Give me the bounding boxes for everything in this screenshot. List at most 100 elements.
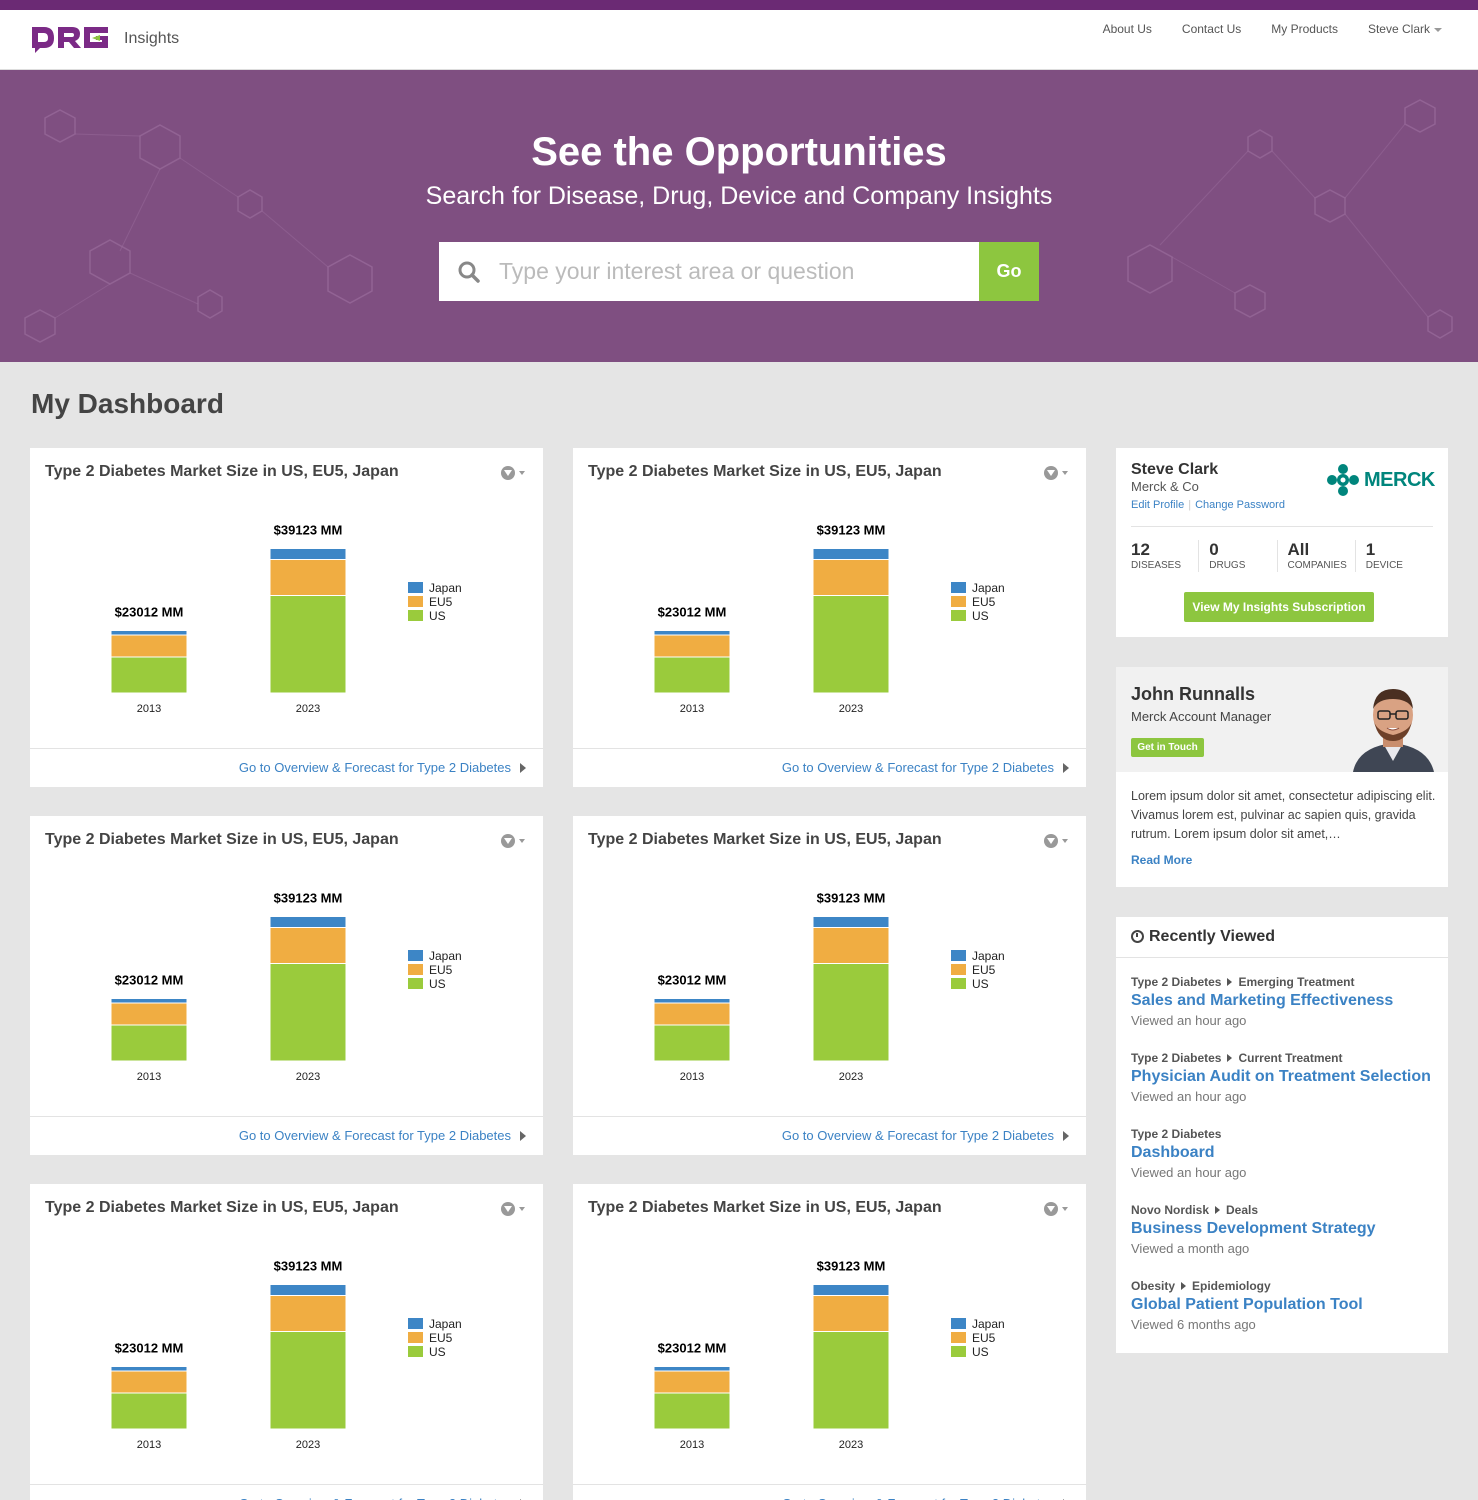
nav-about-us[interactable]: About Us bbox=[1103, 22, 1152, 36]
stat-diseases[interactable]: 12 DISEASES bbox=[1131, 540, 1200, 572]
bar-segment-eu5-2013[interactable] bbox=[110, 634, 188, 658]
card-footer: Go to Overview & Forecast for Type 2 Dia… bbox=[30, 1116, 543, 1155]
bar-segment-japan-2023[interactable] bbox=[269, 916, 347, 928]
overview-forecast-link[interactable]: Go to Overview & Forecast for Type 2 Dia… bbox=[782, 1496, 1054, 1500]
chevron-down-icon bbox=[519, 839, 525, 843]
breadcrumb-item[interactable]: Type 2 Diabetes bbox=[1131, 1127, 1221, 1141]
overview-forecast-link[interactable]: Go to Overview & Forecast for Type 2 Dia… bbox=[239, 1128, 511, 1143]
bar-segment-japan-2013[interactable] bbox=[110, 998, 188, 1004]
view-subscription-button[interactable]: View My Insights Subscription bbox=[1184, 592, 1374, 622]
overview-forecast-link[interactable]: Go to Overview & Forecast for Type 2 Dia… bbox=[239, 760, 511, 775]
bar-segment-japan-2013[interactable] bbox=[653, 998, 731, 1004]
recent-item: Type 2 Diabetes Current Treatment Physicia… bbox=[1131, 1051, 1441, 1104]
overview-forecast-link[interactable]: Go to Overview & Forecast for Type 2 Dia… bbox=[239, 1496, 511, 1500]
bar-segment-japan-2023[interactable] bbox=[812, 1284, 890, 1296]
breadcrumb-item[interactable]: Deals bbox=[1226, 1203, 1258, 1217]
bar-segment-japan-2013[interactable] bbox=[110, 1366, 188, 1372]
bar-segment-eu5-2023[interactable] bbox=[812, 1295, 890, 1332]
recent-item-link[interactable]: Physician Audit on Treatment Selection bbox=[1131, 1068, 1441, 1086]
search-go-button[interactable]: Go bbox=[979, 242, 1039, 301]
total-label: $39123 MM bbox=[274, 1259, 343, 1274]
bar-segment-us-2013[interactable] bbox=[110, 1024, 188, 1062]
breadcrumb-item[interactable]: Epidemiology bbox=[1192, 1279, 1271, 1293]
bar-segment-eu5-2013[interactable] bbox=[110, 1370, 188, 1394]
card-download-menu[interactable] bbox=[501, 466, 525, 480]
bar-segment-us-2013[interactable] bbox=[653, 1024, 731, 1062]
card-download-menu[interactable] bbox=[1044, 834, 1068, 848]
legend-swatch bbox=[951, 950, 966, 961]
market-size-card: $23012 MM 2013 $39123 MM 2023 Japan EU5 US Type… bbox=[573, 816, 1086, 1155]
bar-segment-eu5-2013[interactable] bbox=[110, 1002, 188, 1026]
breadcrumb-item[interactable]: Obesity bbox=[1131, 1279, 1175, 1293]
card-title: Type 2 Diabetes Market Size in US, EU5, … bbox=[588, 1199, 942, 1216]
legend-swatch bbox=[951, 596, 966, 607]
bar-segment-japan-2013[interactable] bbox=[653, 1366, 731, 1372]
market-size-card: $23012 MM 2013 $39123 MM 2023 Japan EU5 US Type… bbox=[30, 448, 543, 787]
bar-segment-eu5-2013[interactable] bbox=[653, 634, 731, 658]
stat-drugs[interactable]: 0 DRUGS bbox=[1199, 540, 1278, 572]
bar-segment-eu5-2023[interactable] bbox=[269, 927, 347, 964]
bar-segment-japan-2023[interactable] bbox=[269, 1284, 347, 1296]
edit-profile-link[interactable]: Edit Profile bbox=[1131, 499, 1184, 511]
breadcrumb-item[interactable]: Type 2 Diabetes bbox=[1131, 975, 1221, 989]
stat-device[interactable]: 1 DEVICE bbox=[1356, 540, 1433, 572]
bar-segment-eu5-2023[interactable] bbox=[812, 559, 890, 596]
recent-item-link[interactable]: Business Development Strategy bbox=[1131, 1220, 1441, 1238]
breadcrumb-item[interactable]: Emerging Treatment bbox=[1238, 975, 1354, 989]
recent-item-link[interactable]: Dashboard bbox=[1131, 1144, 1441, 1162]
overview-forecast-link[interactable]: Go to Overview & Forecast for Type 2 Dia… bbox=[782, 1128, 1054, 1143]
search-input[interactable] bbox=[499, 258, 969, 285]
caret-right-icon bbox=[1227, 978, 1233, 986]
breadcrumb-item[interactable]: Current Treatment bbox=[1238, 1051, 1342, 1065]
bar-segment-eu5-2023[interactable] bbox=[812, 927, 890, 964]
bar-segment-us-2023[interactable] bbox=[812, 963, 890, 1062]
card-download-menu[interactable] bbox=[501, 1202, 525, 1216]
get-in-touch-button[interactable]: Get in Touch bbox=[1131, 738, 1204, 757]
legend-label: EU5 bbox=[429, 963, 453, 977]
breadcrumb-item[interactable]: Novo Nordisk bbox=[1131, 1203, 1209, 1217]
breadcrumb-item[interactable]: Type 2 Diabetes bbox=[1131, 1051, 1221, 1065]
breadcrumb: Novo Nordisk Deals bbox=[1131, 1203, 1441, 1217]
card-download-menu[interactable] bbox=[501, 834, 525, 848]
bar-segment-eu5-2023[interactable] bbox=[269, 559, 347, 596]
change-password-link[interactable]: Change Password bbox=[1195, 499, 1285, 511]
drg-logo[interactable] bbox=[30, 24, 110, 54]
account-manager-avatar bbox=[1348, 679, 1438, 772]
stat-label: DISEASES bbox=[1131, 560, 1182, 571]
bar-segment-us-2013[interactable] bbox=[653, 1392, 731, 1430]
stat-companies[interactable]: All COMPANIES bbox=[1278, 540, 1356, 572]
chevron-down-icon bbox=[1434, 27, 1442, 32]
nav-user-menu[interactable]: Steve Clark bbox=[1368, 22, 1442, 36]
bar-segment-japan-2013[interactable] bbox=[110, 630, 188, 636]
overview-forecast-link[interactable]: Go to Overview & Forecast for Type 2 Dia… bbox=[782, 760, 1054, 775]
bar-segment-eu5-2023[interactable] bbox=[269, 1295, 347, 1332]
bar-segment-us-2023[interactable] bbox=[269, 595, 347, 694]
recent-item-link[interactable]: Sales and Marketing Effectiveness bbox=[1131, 992, 1441, 1010]
breadcrumb: Type 2 Diabetes bbox=[1131, 1127, 1441, 1141]
recent-item-link[interactable]: Global Patient Population Tool bbox=[1131, 1296, 1441, 1314]
nav-contact-us[interactable]: Contact Us bbox=[1182, 22, 1241, 36]
legend-swatch bbox=[408, 1318, 423, 1329]
bar-segment-eu5-2013[interactable] bbox=[653, 1002, 731, 1026]
bar-segment-japan-2023[interactable] bbox=[812, 916, 890, 928]
bar-segment-us-2013[interactable] bbox=[110, 656, 188, 694]
bar-segment-us-2023[interactable] bbox=[269, 963, 347, 1062]
bar-segment-us-2023[interactable] bbox=[812, 1331, 890, 1430]
bar-segment-us-2023[interactable] bbox=[812, 595, 890, 694]
bar-segment-us-2013[interactable] bbox=[653, 656, 731, 694]
read-more-link[interactable]: Read More bbox=[1131, 853, 1192, 867]
bar-segment-japan-2023[interactable] bbox=[269, 548, 347, 560]
nav-my-products[interactable]: My Products bbox=[1271, 22, 1338, 36]
download-icon bbox=[501, 1202, 515, 1216]
card-download-menu[interactable] bbox=[1044, 466, 1068, 480]
download-icon bbox=[501, 834, 515, 848]
bar-segment-us-2023[interactable] bbox=[269, 1331, 347, 1430]
legend-swatch bbox=[408, 1346, 423, 1357]
bar-segment-japan-2023[interactable] bbox=[812, 548, 890, 560]
bar-segment-japan-2013[interactable] bbox=[653, 630, 731, 636]
legend-swatch bbox=[951, 978, 966, 989]
bar-segment-eu5-2013[interactable] bbox=[653, 1370, 731, 1394]
profile-name: Steve Clark bbox=[1131, 461, 1219, 478]
bar-segment-us-2013[interactable] bbox=[110, 1392, 188, 1430]
card-download-menu[interactable] bbox=[1044, 1202, 1068, 1216]
